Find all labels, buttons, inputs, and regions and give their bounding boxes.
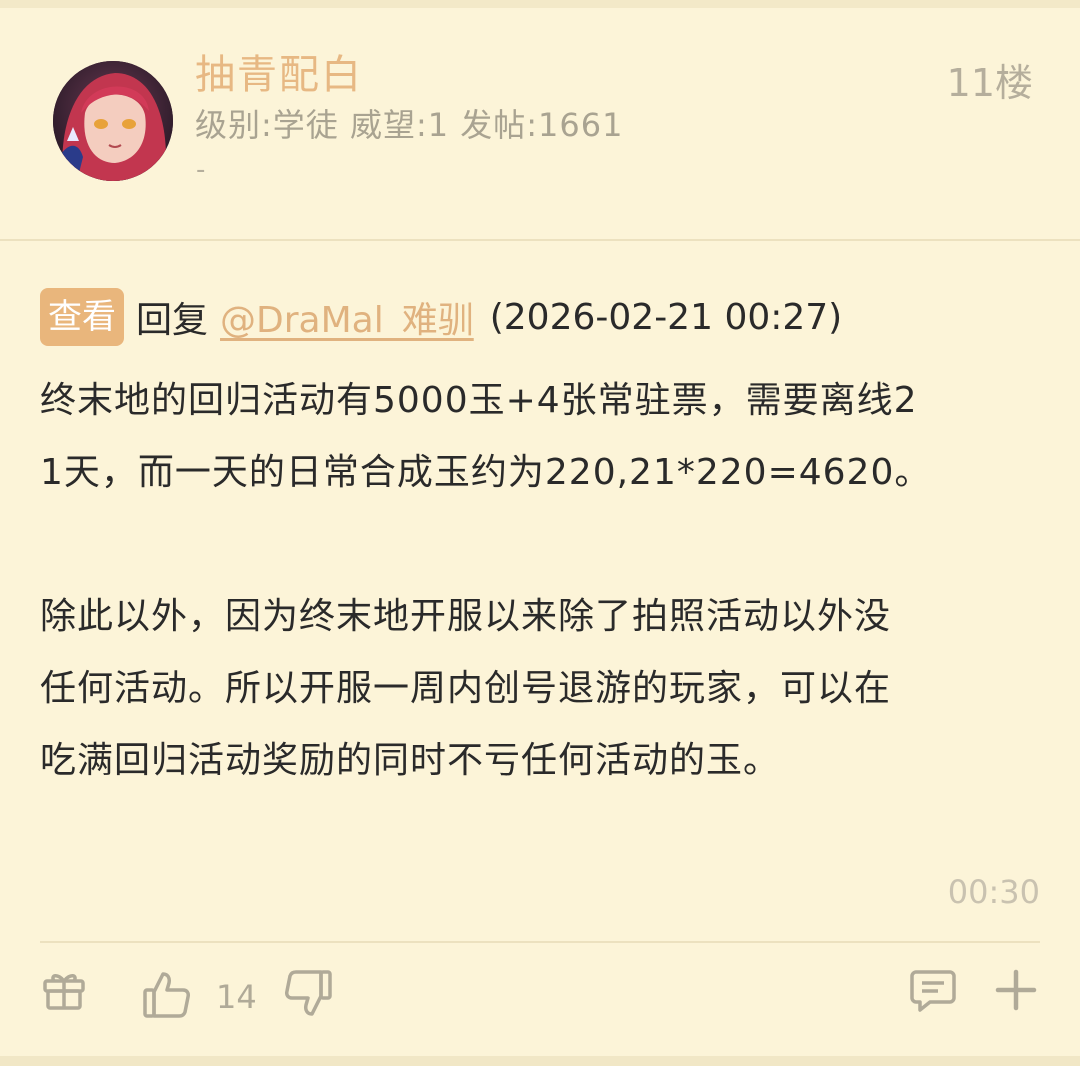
plus-icon[interactable] bbox=[994, 968, 1038, 1012]
reply-reference: 查看 回复 @DraMal_难驯 (2026-02-21 00:27) bbox=[40, 286, 842, 348]
author-name[interactable]: 抽青配白 bbox=[195, 42, 363, 100]
comment-icon[interactable] bbox=[908, 966, 958, 1016]
like-count: 14 bbox=[216, 978, 257, 1016]
thumbs-down-icon[interactable] bbox=[282, 968, 334, 1020]
gift-icon[interactable] bbox=[40, 965, 88, 1013]
content-line: 1天，而一天的日常合成玉约为220,21*220=4620。 bbox=[40, 452, 932, 493]
content-line: 吃满回归活动奖励的同时不亏任何活动的玉。 bbox=[40, 740, 781, 781]
view-quote-button[interactable]: 查看 bbox=[40, 288, 124, 346]
author-signature: - bbox=[196, 155, 206, 185]
post-content: 终末地的回归活动有5000玉+4张常驻票，需要离线2 1天，而一天的日常合成玉约… bbox=[40, 365, 1045, 797]
reply-timestamp: (2026-02-21 00:27) bbox=[489, 296, 843, 338]
reply-label: 回复 bbox=[136, 300, 209, 341]
content-line: 除此以外，因为终末地开服以来除了拍照活动以外没 bbox=[40, 596, 892, 637]
bottom-edge bbox=[0, 1056, 1080, 1066]
top-edge bbox=[0, 0, 1080, 8]
avatar-image bbox=[53, 61, 173, 181]
avatar[interactable] bbox=[53, 61, 173, 181]
post-card: 抽青配白 级别:学徒 威望:1 发帖:1661 - 11楼 查看 回复 @Dra… bbox=[0, 0, 1080, 1066]
header-divider bbox=[0, 239, 1080, 241]
author-stats: 级别:学徒 威望:1 发帖:1661 bbox=[195, 106, 624, 144]
thumbs-up-icon[interactable] bbox=[141, 968, 193, 1020]
mention-link[interactable]: @DraMal_难驯 bbox=[220, 291, 474, 343]
post-time: 00:30 bbox=[947, 873, 1040, 911]
content-line: 终末地的回归活动有5000玉+4张常驻票，需要离线2 bbox=[40, 380, 918, 421]
content-line: 任何活动。所以开服一周内创号退游的玩家，可以在 bbox=[40, 668, 892, 709]
floor-number: 11楼 bbox=[946, 61, 1033, 105]
footer-divider bbox=[40, 941, 1040, 943]
